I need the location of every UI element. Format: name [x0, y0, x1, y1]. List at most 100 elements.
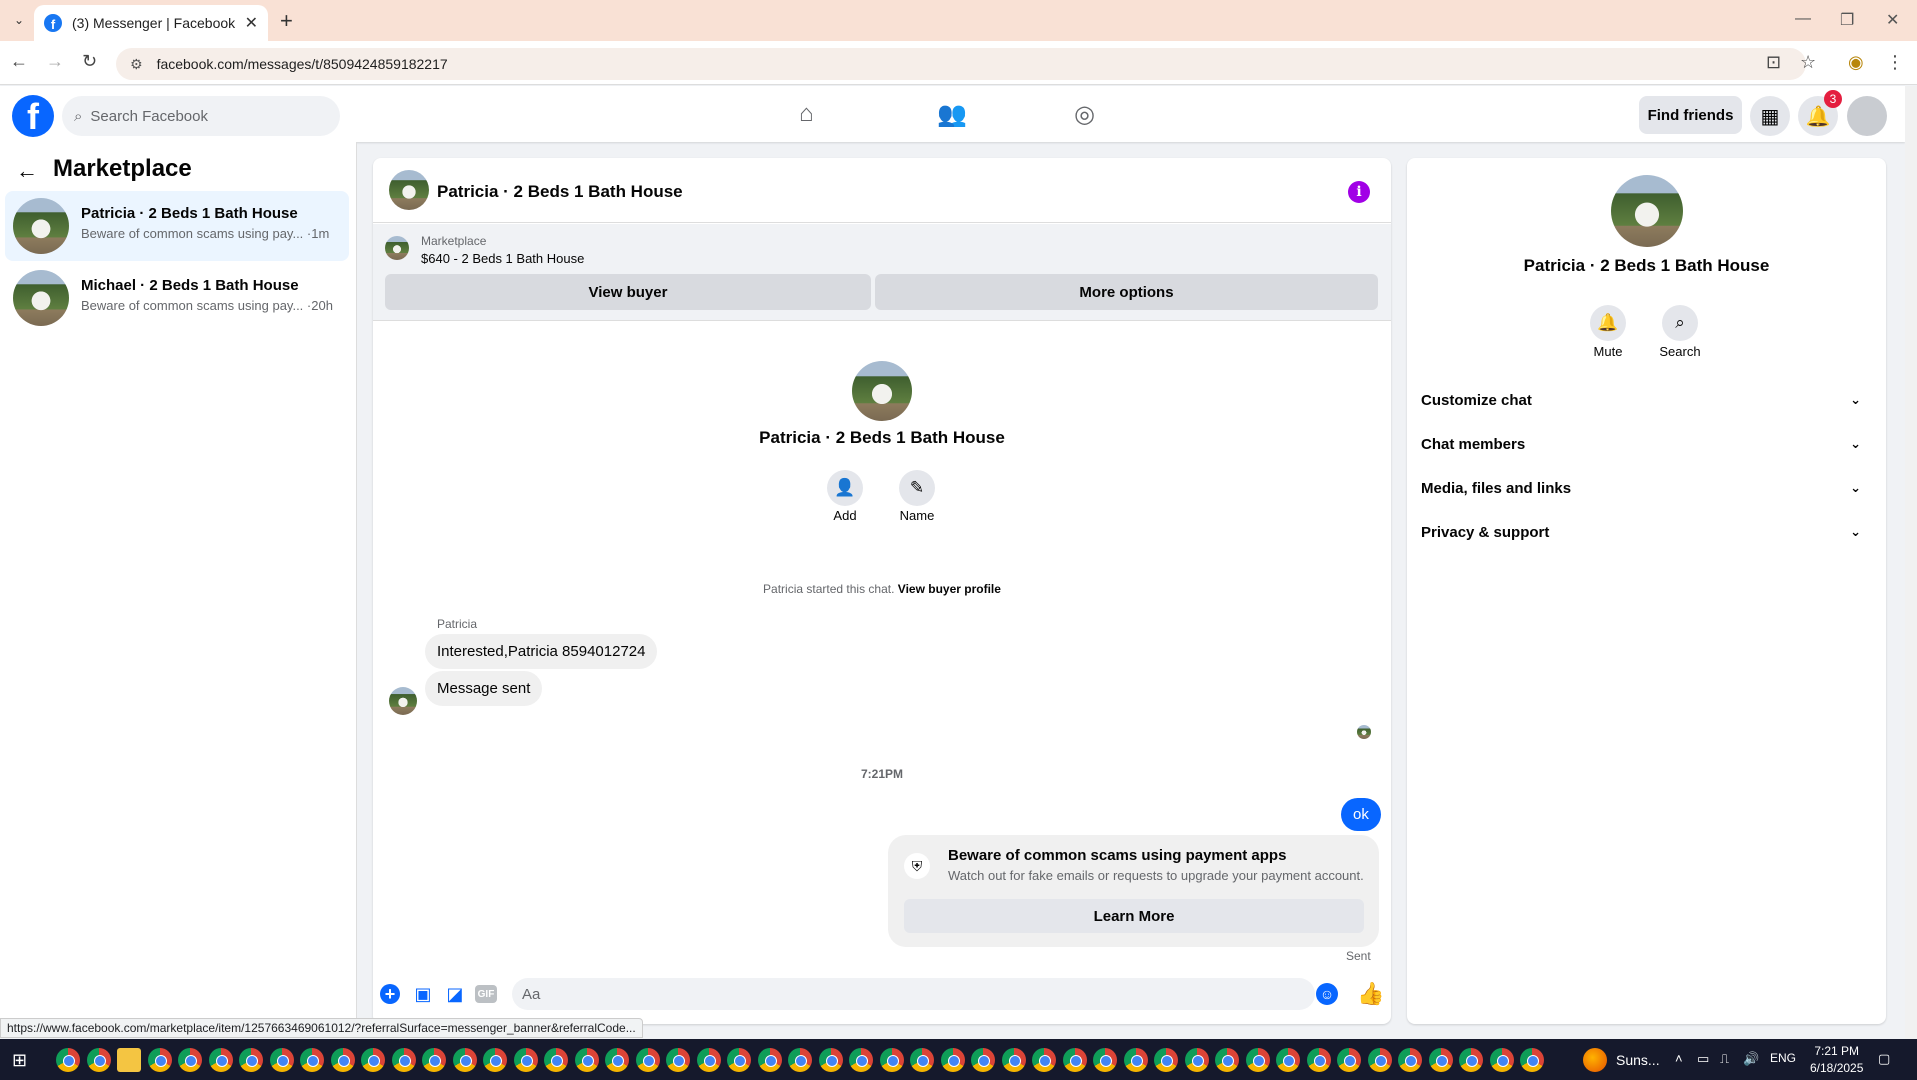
- forward-arrow-icon[interactable]: →: [46, 51, 64, 72]
- back-arrow-icon[interactable]: ←: [10, 51, 28, 72]
- chrome-taskbar-icon[interactable]: [575, 1048, 599, 1072]
- chrome-taskbar-icon[interactable]: [971, 1048, 995, 1072]
- chrome-taskbar-icon[interactable]: [849, 1048, 873, 1072]
- chrome-taskbar-icon[interactable]: [87, 1048, 111, 1072]
- volume-icon[interactable]: 🔊: [1743, 1051, 1759, 1067]
- search-icon[interactable]: ⌕: [1662, 305, 1698, 341]
- network-icon[interactable]: ⎍: [1720, 1051, 1729, 1067]
- weather-text[interactable]: Suns...: [1616, 1052, 1660, 1068]
- more-options-button[interactable]: More options: [875, 274, 1378, 310]
- taskbar-clock[interactable]: 7:21 PM 6/18/2025: [1810, 1043, 1863, 1077]
- tab-close-icon[interactable]: ✕: [245, 13, 258, 33]
- conversation-item[interactable]: Patricia · 2 Beds 1 Bath House Beware of…: [5, 191, 349, 261]
- avatar[interactable]: [389, 170, 429, 210]
- chrome-taskbar-icon[interactable]: [1398, 1048, 1422, 1072]
- section-media-files-links[interactable]: Media, files and links ⌄: [1421, 470, 1875, 506]
- chrome-taskbar-icon[interactable]: [697, 1048, 721, 1072]
- chrome-taskbar-icon[interactable]: [300, 1048, 324, 1072]
- chrome-taskbar-icon[interactable]: [1032, 1048, 1056, 1072]
- chrome-taskbar-icon[interactable]: [1459, 1048, 1483, 1072]
- chrome-taskbar-icon[interactable]: [1063, 1048, 1087, 1072]
- avatar[interactable]: [1611, 175, 1683, 247]
- chrome-taskbar-icon[interactable]: [636, 1048, 660, 1072]
- install-app-icon[interactable]: ⊡: [1766, 52, 1781, 73]
- chrome-taskbar-icon[interactable]: [422, 1048, 446, 1072]
- find-friends-button[interactable]: Find friends: [1639, 96, 1742, 134]
- chrome-taskbar-icon[interactable]: [270, 1048, 294, 1072]
- chrome-taskbar-icon[interactable]: [178, 1048, 202, 1072]
- profile-icon[interactable]: ◉: [1848, 52, 1864, 73]
- chrome-taskbar-icon[interactable]: [1002, 1048, 1026, 1072]
- chrome-taskbar-icon[interactable]: [453, 1048, 477, 1072]
- chrome-taskbar-icon[interactable]: [666, 1048, 690, 1072]
- message-bubble[interactable]: Message sent: [425, 671, 543, 706]
- chrome-taskbar-icon[interactable]: [819, 1048, 843, 1072]
- search-input[interactable]: ⌕ Search Facebook: [62, 96, 340, 136]
- home-icon[interactable]: ⌂: [799, 100, 814, 128]
- outgoing-message-bubble[interactable]: ok: [1341, 798, 1381, 831]
- language-indicator[interactable]: ENG: [1770, 1051, 1796, 1065]
- browser-menu-icon[interactable]: ⋮: [1886, 52, 1904, 73]
- facebook-logo-icon[interactable]: f: [12, 95, 54, 137]
- info-icon[interactable]: i: [1348, 181, 1370, 203]
- listing-thumbnail[interactable]: [385, 236, 409, 260]
- add-person-icon[interactable]: 👤: [827, 470, 863, 506]
- chrome-taskbar-icon[interactable]: [1276, 1048, 1300, 1072]
- gif-icon[interactable]: GIF: [475, 985, 497, 1003]
- listing-title[interactable]: $640 - 2 Beds 1 Bath House: [421, 251, 584, 266]
- view-buyer-profile-link[interactable]: View buyer profile: [898, 582, 1001, 596]
- chrome-taskbar-icon[interactable]: [209, 1048, 233, 1072]
- windows-start-icon[interactable]: ⊞: [12, 1050, 27, 1071]
- page-scrollbar[interactable]: [1905, 86, 1917, 1039]
- new-tab-button[interactable]: +: [280, 8, 293, 34]
- chrome-taskbar-icon[interactable]: [1337, 1048, 1361, 1072]
- chrome-taskbar-icon[interactable]: [1093, 1048, 1117, 1072]
- image-icon[interactable]: ▣: [412, 983, 434, 1005]
- pencil-icon[interactable]: ✎: [899, 470, 935, 506]
- plus-icon[interactable]: +: [380, 984, 400, 1004]
- tab-list-chevron-icon[interactable]: ⌄: [8, 9, 30, 31]
- account-avatar[interactable]: [1847, 96, 1887, 136]
- conversation-item[interactable]: Michael · 2 Beds 1 Bath House Beware of …: [5, 263, 349, 333]
- message-bubble[interactable]: Interested,Patricia 8594012724: [425, 634, 658, 669]
- address-bar[interactable]: ⚙ facebook.com/messages/t/85094248591822…: [116, 48, 1806, 80]
- thumbs-up-icon[interactable]: 👍: [1357, 981, 1384, 1007]
- chrome-taskbar-icon[interactable]: [880, 1048, 904, 1072]
- sticker-icon[interactable]: ◪: [444, 983, 466, 1005]
- chrome-taskbar-icon[interactable]: [1246, 1048, 1270, 1072]
- view-buyer-button[interactable]: View buyer: [385, 274, 871, 310]
- chrome-taskbar-icon[interactable]: [392, 1048, 416, 1072]
- chrome-taskbar-icon[interactable]: [1490, 1048, 1514, 1072]
- chrome-taskbar-icon[interactable]: [56, 1048, 80, 1072]
- chrome-taskbar-icon[interactable]: [941, 1048, 965, 1072]
- chrome-taskbar-icon[interactable]: [544, 1048, 568, 1072]
- chrome-taskbar-icon[interactable]: [1154, 1048, 1178, 1072]
- learn-more-button[interactable]: Learn More: [904, 899, 1364, 933]
- chrome-taskbar-icon[interactable]: [361, 1048, 385, 1072]
- chrome-taskbar-icon[interactable]: [1307, 1048, 1331, 1072]
- chrome-taskbar-icon[interactable]: [1185, 1048, 1209, 1072]
- chrome-taskbar-icon[interactable]: [1429, 1048, 1453, 1072]
- site-info-icon[interactable]: ⚙: [130, 56, 143, 73]
- chrome-taskbar-icon[interactable]: [148, 1048, 172, 1072]
- chrome-taskbar-icon[interactable]: [331, 1048, 355, 1072]
- chrome-taskbar-icon[interactable]: [483, 1048, 507, 1072]
- section-privacy-support[interactable]: Privacy & support ⌄: [1421, 514, 1875, 550]
- chrome-taskbar-icon[interactable]: [727, 1048, 751, 1072]
- groups-icon[interactable]: ◎: [1074, 100, 1095, 129]
- window-close-button[interactable]: ✕: [1886, 10, 1899, 30]
- chrome-taskbar-icon[interactable]: [1215, 1048, 1239, 1072]
- notification-center-icon[interactable]: ▢: [1878, 1051, 1890, 1067]
- tray-chevron-up-icon[interactable]: ˄: [1675, 1051, 1683, 1066]
- chrome-taskbar-icon[interactable]: [1368, 1048, 1392, 1072]
- chrome-taskbar-icon[interactable]: [910, 1048, 934, 1072]
- menu-grid-icon[interactable]: ▦: [1750, 96, 1790, 136]
- chrome-taskbar-icon[interactable]: [1520, 1048, 1544, 1072]
- back-arrow-icon[interactable]: ←: [16, 158, 38, 184]
- section-chat-members[interactable]: Chat members ⌄: [1421, 426, 1875, 462]
- weather-icon[interactable]: [1583, 1048, 1607, 1072]
- friends-icon[interactable]: 👥: [937, 100, 967, 129]
- chrome-taskbar-icon[interactable]: [514, 1048, 538, 1072]
- restore-button[interactable]: ❐: [1840, 10, 1854, 30]
- chrome-taskbar-icon[interactable]: [605, 1048, 629, 1072]
